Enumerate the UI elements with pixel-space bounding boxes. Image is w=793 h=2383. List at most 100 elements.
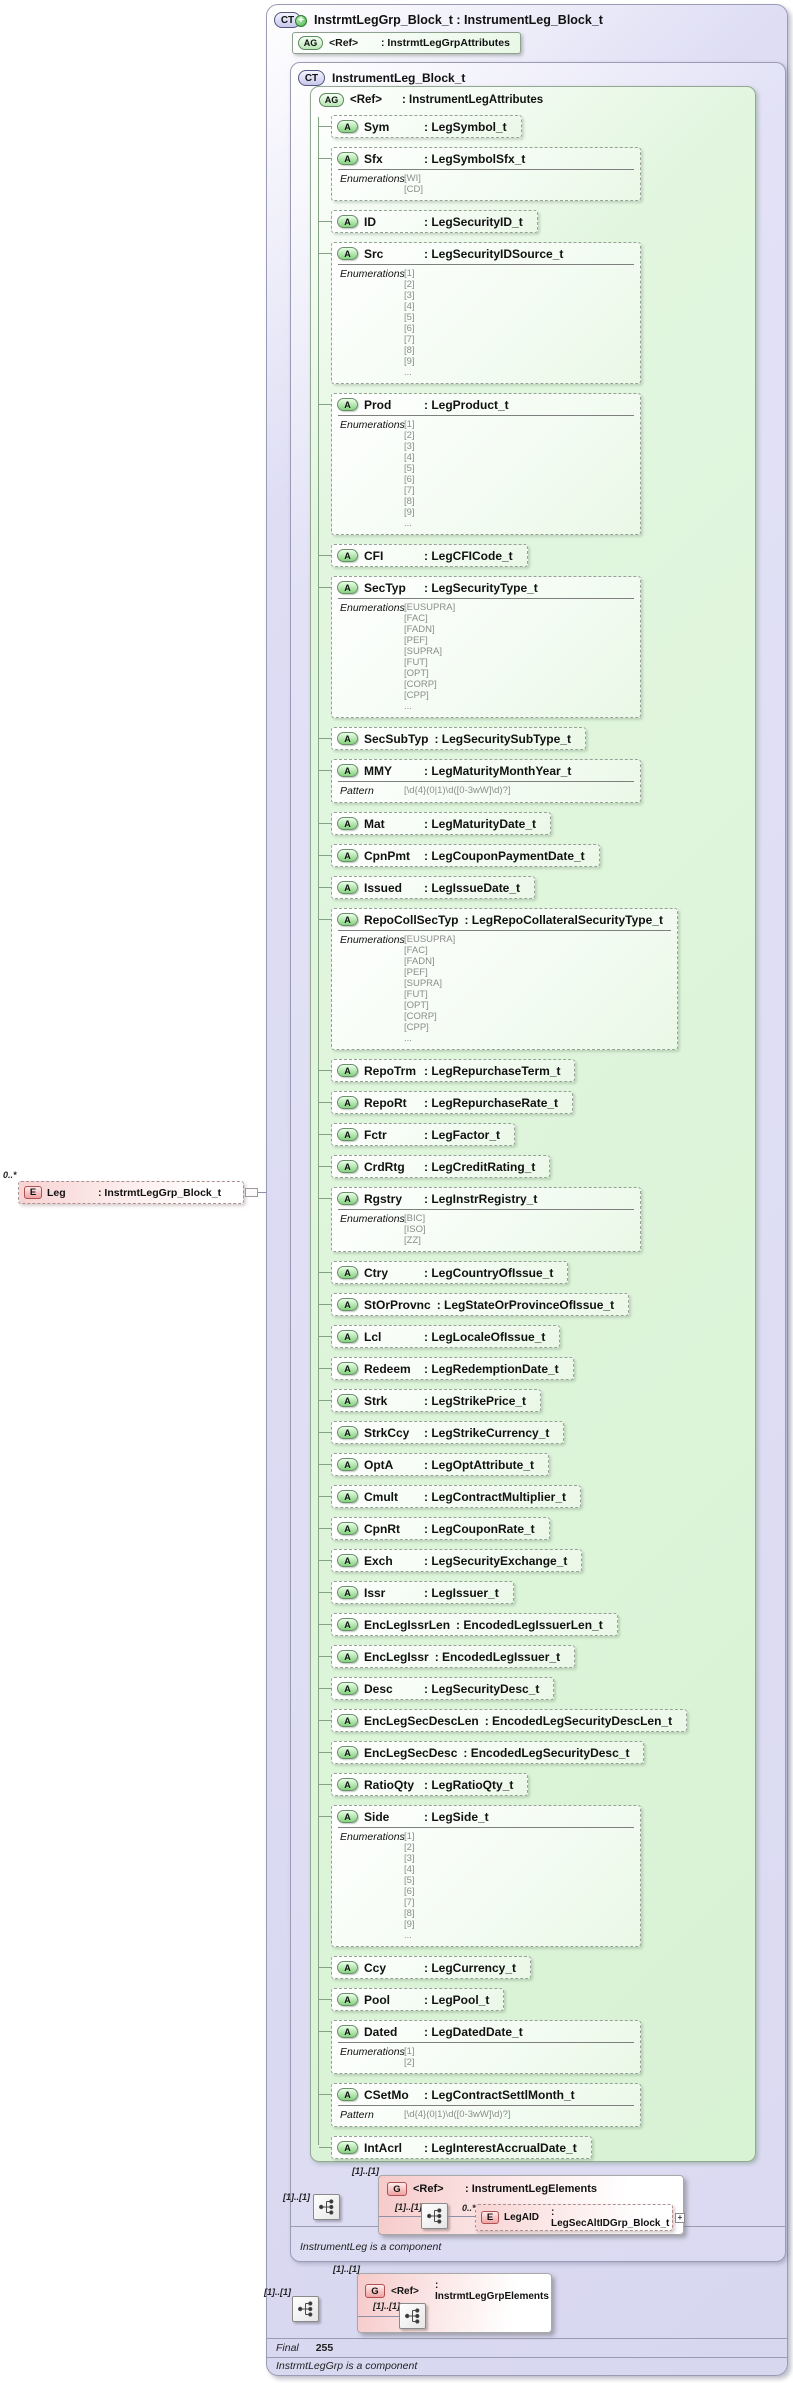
- facet-label: Enumerations: [340, 1831, 405, 1843]
- attribute-csetmo[interactable]: A CSetMo: LegContractSettlMonth_t Pattern […: [319, 2083, 641, 2127]
- attribute-rgstry[interactable]: A Rgstry: LegInstrRegistry_t Enumerations[…: [319, 1187, 641, 1252]
- attribute-icon: A: [337, 2088, 358, 2101]
- attribute-enclegsecdesc[interactable]: A EncLegSecDesc: EncodedLegSecurityDesc_t: [318, 1741, 645, 1764]
- attribute-sfx[interactable]: A Sfx: LegSymbolSfx_t Enumerations [WI] [CD]: [319, 147, 641, 201]
- complextype-icon-label: CT: [304, 72, 319, 84]
- attribute-icon: A: [337, 581, 358, 594]
- attribute-issr[interactable]: A Issr: LegIssuer_t: [319, 1581, 514, 1604]
- attribute-type: : LegRepurchaseRate_t: [424, 1095, 559, 1110]
- facet-value: [EUSUPRA]: [404, 602, 456, 613]
- attribute-desc[interactable]: A Desc: LegSecurityDesc_t: [318, 1677, 555, 1700]
- attribute-ctry[interactable]: A Ctry: LegCountryOfIssue_t: [318, 1261, 569, 1284]
- facet-value: [3]: [404, 1853, 415, 1864]
- attribute-mat[interactable]: A Mat: LegMaturityDate_t: [318, 812, 552, 835]
- sequence-icon[interactable]: [292, 2296, 319, 2322]
- attribute-exch[interactable]: A Exch: LegSecurityExchange_t: [318, 1549, 583, 1572]
- attribute-fctr[interactable]: A Fctr: LegFactor_t: [318, 1123, 516, 1146]
- attribute-repocollsectyp[interactable]: A RepoCollSecTyp: LegRepoCollateralSecuri…: [319, 908, 678, 1050]
- attribute-strkccy[interactable]: A StrkCcy: LegStrikeCurrency_t: [318, 1421, 565, 1444]
- element-legaid[interactable]: E LegAID : LegSecAltIDGrp_Block_t: [475, 2204, 673, 2231]
- attribute-icon: A: [337, 2025, 358, 2038]
- attribute-icon: A: [337, 120, 358, 133]
- facet-values: [1] [2]: [404, 2046, 415, 2068]
- attribute-strk[interactable]: A Strk: LegStrikePrice_t: [318, 1389, 542, 1412]
- attribute-name: EncLegSecDesc: [364, 1745, 458, 1760]
- attribute-cfi[interactable]: A CFI: LegCFICode_t: [319, 544, 528, 567]
- facet-value: [PEF]: [404, 967, 428, 978]
- final-value: 255: [315, 2342, 334, 2354]
- facet-value: [OPT]: [404, 668, 429, 679]
- attribute-name: CpnPmt: [364, 848, 410, 863]
- attribute-enclegissrlen[interactable]: A EncLegIssrLen: EncodedLegIssuerLen_t: [319, 1613, 618, 1636]
- sequence-icon[interactable]: [421, 2203, 448, 2229]
- attribute-secsubtyp[interactable]: A SecSubTyp: LegSecuritySubType_t: [319, 727, 586, 750]
- attribute-crdrtg[interactable]: A CrdRtg: LegCreditRating_t: [318, 1155, 551, 1178]
- facet-value: [2]: [404, 279, 415, 290]
- attribute-name: Lcl: [364, 1329, 382, 1344]
- attribute-icon: A: [337, 1682, 358, 1695]
- attribute-name: Prod: [364, 397, 392, 412]
- attribute-header: A Ctry: LegCountryOfIssue_t: [332, 1262, 567, 1283]
- facet-value: [\d{4}(0|1)\d([0-3wW]\d)?]: [404, 785, 511, 796]
- attribute-enclegsecdesclen[interactable]: A EncLegSecDescLen: EncodedLegSecurityDes…: [318, 1709, 688, 1732]
- attribute-lcl[interactable]: A Lcl: LegLocaleOfIssue_t: [318, 1325, 561, 1348]
- attribute-name: Rgstry: [364, 1191, 403, 1206]
- attribute-header: A Fctr: LegFactor_t: [332, 1124, 514, 1145]
- facet-value: [5]: [404, 312, 415, 323]
- attribute-header: A CSetMo: LegContractSettlMonth_t: [332, 2084, 640, 2105]
- facet-label: Enumerations: [340, 934, 405, 946]
- attribute-type: : EncodedLegSecurityDesc_t: [463, 1745, 630, 1760]
- attribute-cmult[interactable]: A Cmult: LegContractMultiplier_t: [318, 1485, 582, 1508]
- attribute-cpnpmt[interactable]: A CpnPmt: LegCouponPaymentDate_t: [319, 844, 600, 867]
- attribute-header: A Cmult: LegContractMultiplier_t: [332, 1486, 580, 1507]
- attribute-type: : LegCouponPaymentDate_t: [424, 848, 585, 863]
- attribute-intacrl[interactable]: A IntAcrl: LegInterestAccrualDate_t: [319, 2136, 592, 2159]
- attribute-cpnrt[interactable]: A CpnRt: LegCouponRate_t: [319, 1517, 550, 1540]
- group-ref-instrmtleggrpelements[interactable]: G <Ref> : InstrmtLegGrpElements [1]..[1]: [357, 2273, 552, 2333]
- expand-icon[interactable]: +: [675, 2213, 685, 2223]
- attribute-header: A IntAcrl: LegInterestAccrualDate_t: [332, 2137, 591, 2158]
- attribute-type: : EncodedLegSecurityDescLen_t: [484, 1713, 673, 1728]
- group-ref-cardinality: [1]..[1]: [352, 2166, 379, 2176]
- attribute-header: A Strk: LegStrikePrice_t: [332, 1390, 540, 1411]
- attribute-issued[interactable]: A Issued: LegIssueDate_t: [318, 876, 536, 899]
- sequence-icon[interactable]: [399, 2303, 426, 2329]
- attribute-storprovnc[interactable]: A StOrProvnc: LegStateOrProvinceOfIssue_t: [318, 1293, 630, 1316]
- attribute-side[interactable]: A Side: LegSide_t Enumerations [1] [2] [3] [4]…: [319, 1805, 641, 1947]
- attribute-header: A SecSubTyp: LegSecuritySubType_t: [332, 728, 585, 749]
- attribute-prod[interactable]: A Prod: LegProduct_t Enumerations [1] [2] [3]…: [319, 393, 641, 535]
- attribute-ccy[interactable]: A Ccy: LegCurrency_t: [318, 1956, 532, 1979]
- facet-section: Enumerations [EUSUPRA] [FAC] [FADN] [PEF] [SU…: [338, 930, 671, 1049]
- attributegroup-instrumentlegattributes[interactable]: AG <Ref> : InstrumentLegAttributes A Sym:…: [310, 86, 756, 2162]
- attribute-icon: A: [337, 1128, 358, 1141]
- facet-label: Enumerations: [340, 173, 405, 185]
- attribute-enclegissr[interactable]: A EncLegIssr: EncodedLegIssuer_t: [318, 1645, 576, 1668]
- attribute-repotrm[interactable]: A RepoTrm: LegRepurchaseTerm_t: [318, 1059, 576, 1082]
- attributegroup-ref-instrmtleggrpattributes[interactable]: AG <Ref> : InstrmtLegGrpAttributes: [292, 32, 521, 54]
- collapse-handle[interactable]: [245, 1188, 258, 1197]
- attribute-src[interactable]: A Src: LegSecurityIDSource_t Enumerations[…: [319, 242, 641, 384]
- attribute-name: StOrProvnc: [364, 1297, 431, 1312]
- attribute-name: EncLegSecDescLen: [364, 1713, 479, 1728]
- sequence-icon[interactable]: [313, 2194, 340, 2220]
- attribute-report[interactable]: A RepoRt: LegRepurchaseRate_t: [318, 1091, 574, 1114]
- facet-value: [7]: [404, 334, 415, 345]
- attribute-mmy[interactable]: A MMY: LegMaturityMonthYear_t Pattern [\d{4…: [319, 759, 641, 803]
- element-type: : InstrmtLegGrp_Block_t: [98, 1186, 222, 1199]
- attribute-type: : LegCountryOfIssue_t: [424, 1265, 554, 1280]
- attribute-sym[interactable]: A Sym: LegSymbol_t: [319, 115, 522, 138]
- facet-value: [6]: [404, 1886, 415, 1897]
- attribute-ratioqty[interactable]: A RatioQty: LegRatioQty_t: [318, 1773, 529, 1796]
- attribute-dated[interactable]: A Dated: LegDatedDate_t Enumerations [1] [2]: [319, 2020, 641, 2074]
- facet-value: ...: [404, 367, 412, 378]
- element-leg[interactable]: E Leg : InstrmtLegGrp_Block_t: [18, 1181, 244, 1204]
- attribute-id[interactable]: A ID: LegSecurityID_t: [319, 210, 538, 233]
- attribute-redeem[interactable]: A Redeem: LegRedemptionDate_t: [319, 1357, 574, 1380]
- attribute-sectyp[interactable]: A SecTyp: LegSecurityType_t Enumerations [E…: [319, 576, 641, 718]
- attribute-opta[interactable]: A OptA: LegOptAttribute_t: [319, 1453, 549, 1476]
- attribute-type: : LegStateOrProvinceOfIssue_t: [436, 1297, 615, 1312]
- group-ref-instrumentlegelements[interactable]: G <Ref> : InstrumentLegElements [1]..[1]…: [378, 2175, 685, 2235]
- facet-value: [1]: [404, 419, 415, 430]
- attribute-name: IntAcrl: [364, 2140, 403, 2155]
- attribute-pool[interactable]: A Pool: LegPool_t: [318, 1988, 505, 2011]
